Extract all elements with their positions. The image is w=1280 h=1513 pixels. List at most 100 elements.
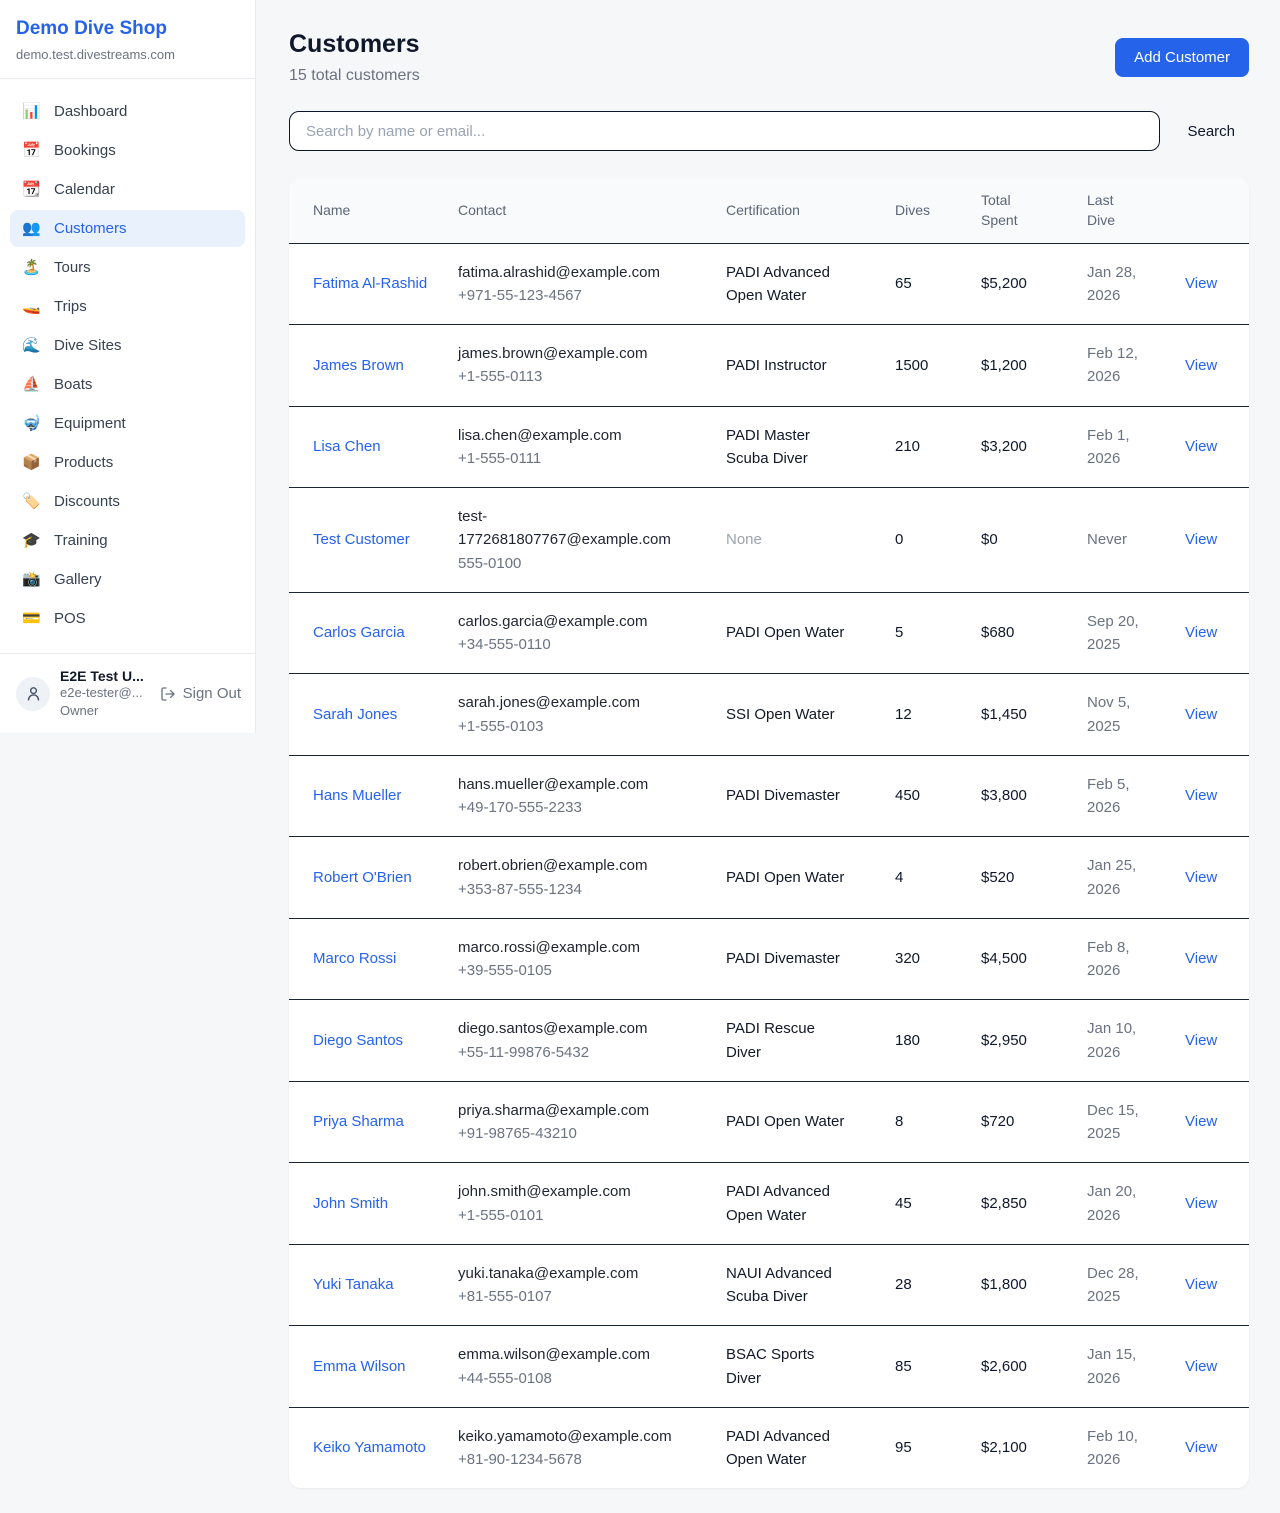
table-row: Priya Sharma priya.sharma@example.com +9… (289, 1081, 1249, 1163)
customer-name-link[interactable]: Lisa Chen (313, 438, 381, 455)
sidebar-item-boats[interactable]: ⛵ Boats (10, 366, 245, 403)
sidebar-item-bookings[interactable]: 📅 Bookings (10, 132, 245, 169)
customer-last-dive: Dec 28, 2025 (1087, 1244, 1185, 1326)
calendar-icon: 📅 (22, 143, 41, 158)
customer-count: 15 total customers (289, 67, 420, 85)
view-link[interactable]: View (1185, 531, 1217, 548)
customer-total-spent: $5,200 (981, 243, 1087, 325)
view-link[interactable]: View (1185, 869, 1217, 886)
customer-dives: 65 (895, 243, 981, 325)
table-row: Marco Rossi marco.rossi@example.com +39-… (289, 918, 1249, 1000)
customer-name-link[interactable]: Diego Santos (313, 1032, 403, 1049)
customer-contact: keiko.yamamoto@example.com +81-90-1234-5… (458, 1407, 726, 1488)
sidebar-item-trips[interactable]: 🚤 Trips (10, 288, 245, 325)
customer-total-spent: $2,100 (981, 1407, 1087, 1488)
view-link[interactable]: View (1185, 1113, 1217, 1130)
customer-name-link[interactable]: Robert O'Brien (313, 869, 412, 886)
user-name: E2E Test U... (60, 668, 150, 684)
customer-name-link[interactable]: Sarah Jones (313, 706, 397, 723)
view-link[interactable]: View (1185, 1439, 1217, 1456)
table-row: Test Customer test-1772681807767@example… (289, 488, 1249, 593)
customer-phone: +49-170-555-2233 (458, 796, 686, 819)
sidebar-item-equipment[interactable]: 🤿 Equipment (10, 405, 245, 442)
wave-icon: 🌊 (22, 338, 41, 353)
sidebar-item-calendar[interactable]: 📆 Calendar (10, 171, 245, 208)
customer-phone: +44-555-0108 (458, 1367, 686, 1390)
customer-last-dive: Feb 12, 2026 (1087, 325, 1185, 407)
column-header-total-spent: Total Spent (981, 178, 1087, 243)
customer-phone: +1-555-0101 (458, 1204, 686, 1227)
customer-name-link[interactable]: Fatima Al-Rashid (313, 275, 427, 292)
view-link[interactable]: View (1185, 275, 1217, 292)
shop-name: Demo Dive Shop (16, 18, 239, 40)
customer-dives: 450 (895, 755, 981, 837)
customer-dives: 1500 (895, 325, 981, 407)
avatar (16, 677, 50, 711)
view-link[interactable]: View (1185, 1276, 1217, 1293)
customer-email: marco.rossi@example.com (458, 936, 686, 959)
view-link[interactable]: View (1185, 624, 1217, 641)
view-link[interactable]: View (1185, 787, 1217, 804)
customer-phone: +81-90-1234-5678 (458, 1448, 686, 1471)
customer-email: sarah.jones@example.com (458, 691, 686, 714)
sidebar-item-products[interactable]: 📦 Products (10, 444, 245, 481)
customer-total-spent: $520 (981, 837, 1087, 919)
customer-name-link[interactable]: Keiko Yamamoto (313, 1439, 426, 1456)
view-link[interactable]: View (1185, 706, 1217, 723)
sidebar-item-gallery[interactable]: 📸 Gallery (10, 561, 245, 598)
customer-certification: PADI Advanced Open Water (726, 1163, 895, 1245)
sidebar-item-customers[interactable]: 👥 Customers (10, 210, 245, 247)
sailboat-icon: ⛵ (22, 377, 41, 392)
sidebar-item-discounts[interactable]: 🏷️ Discounts (10, 483, 245, 520)
search-input[interactable] (289, 111, 1160, 151)
customer-certification: None (726, 488, 895, 593)
customer-name-link[interactable]: Test Customer (313, 531, 410, 548)
customer-last-dive: Jan 20, 2026 (1087, 1163, 1185, 1245)
customer-total-spent: $2,950 (981, 1000, 1087, 1082)
customer-certification: PADI Advanced Open Water (726, 1407, 895, 1488)
customer-dives: 28 (895, 1244, 981, 1326)
column-header-name: Name (289, 178, 458, 243)
view-link[interactable]: View (1185, 1032, 1217, 1049)
sidebar-item-dashboard[interactable]: 📊 Dashboard (10, 93, 245, 130)
customer-email: lisa.chen@example.com (458, 424, 686, 447)
customer-phone: +91-98765-43210 (458, 1122, 686, 1145)
customer-name-link[interactable]: John Smith (313, 1195, 388, 1212)
customer-name-link[interactable]: Priya Sharma (313, 1113, 404, 1130)
add-customer-button[interactable]: Add Customer (1115, 38, 1249, 77)
table-row: Keiko Yamamoto keiko.yamamoto@example.co… (289, 1407, 1249, 1488)
customer-phone: +81-555-0107 (458, 1285, 686, 1308)
customer-phone: +55-11-99876-5432 (458, 1041, 686, 1064)
customer-phone: +1-555-0113 (458, 365, 686, 388)
view-link[interactable]: View (1185, 357, 1217, 374)
customer-last-dive: Feb 1, 2026 (1087, 406, 1185, 488)
sidebar-item-training[interactable]: 🎓 Training (10, 522, 245, 559)
customer-name-link[interactable]: Emma Wilson (313, 1358, 406, 1375)
customer-certification: SSI Open Water (726, 674, 895, 756)
customer-name-link[interactable]: Hans Mueller (313, 787, 401, 804)
customer-last-dive: Feb 5, 2026 (1087, 755, 1185, 837)
customer-total-spent: $680 (981, 592, 1087, 674)
search-button[interactable]: Search (1160, 123, 1249, 140)
app-root: Demo Dive Shop demo.test.divestreams.com… (0, 0, 1280, 1513)
sidebar-item-pos[interactable]: 💳 POS (10, 600, 245, 637)
customer-dives: 95 (895, 1407, 981, 1488)
view-link[interactable]: View (1185, 1195, 1217, 1212)
sidebar-item-dive-sites[interactable]: 🌊 Dive Sites (10, 327, 245, 364)
customer-name-link[interactable]: Carlos Garcia (313, 624, 405, 641)
customer-total-spent: $3,800 (981, 755, 1087, 837)
table-row: Carlos Garcia carlos.garcia@example.com … (289, 592, 1249, 674)
brand-header: Demo Dive Shop demo.test.divestreams.com (0, 0, 255, 79)
view-link[interactable]: View (1185, 950, 1217, 967)
customer-last-dive: Jan 28, 2026 (1087, 243, 1185, 325)
view-link[interactable]: View (1185, 1358, 1217, 1375)
people-icon: 👥 (22, 221, 41, 236)
customer-dives: 210 (895, 406, 981, 488)
customer-name-link[interactable]: James Brown (313, 357, 404, 374)
view-link[interactable]: View (1185, 438, 1217, 455)
customer-name-link[interactable]: Marco Rossi (313, 950, 396, 967)
customer-certification: PADI Master Scuba Diver (726, 406, 895, 488)
sign-out-button[interactable]: Sign Out (160, 685, 241, 702)
customer-name-link[interactable]: Yuki Tanaka (313, 1276, 394, 1293)
sidebar-item-tours[interactable]: 🏝️ Tours (10, 249, 245, 286)
